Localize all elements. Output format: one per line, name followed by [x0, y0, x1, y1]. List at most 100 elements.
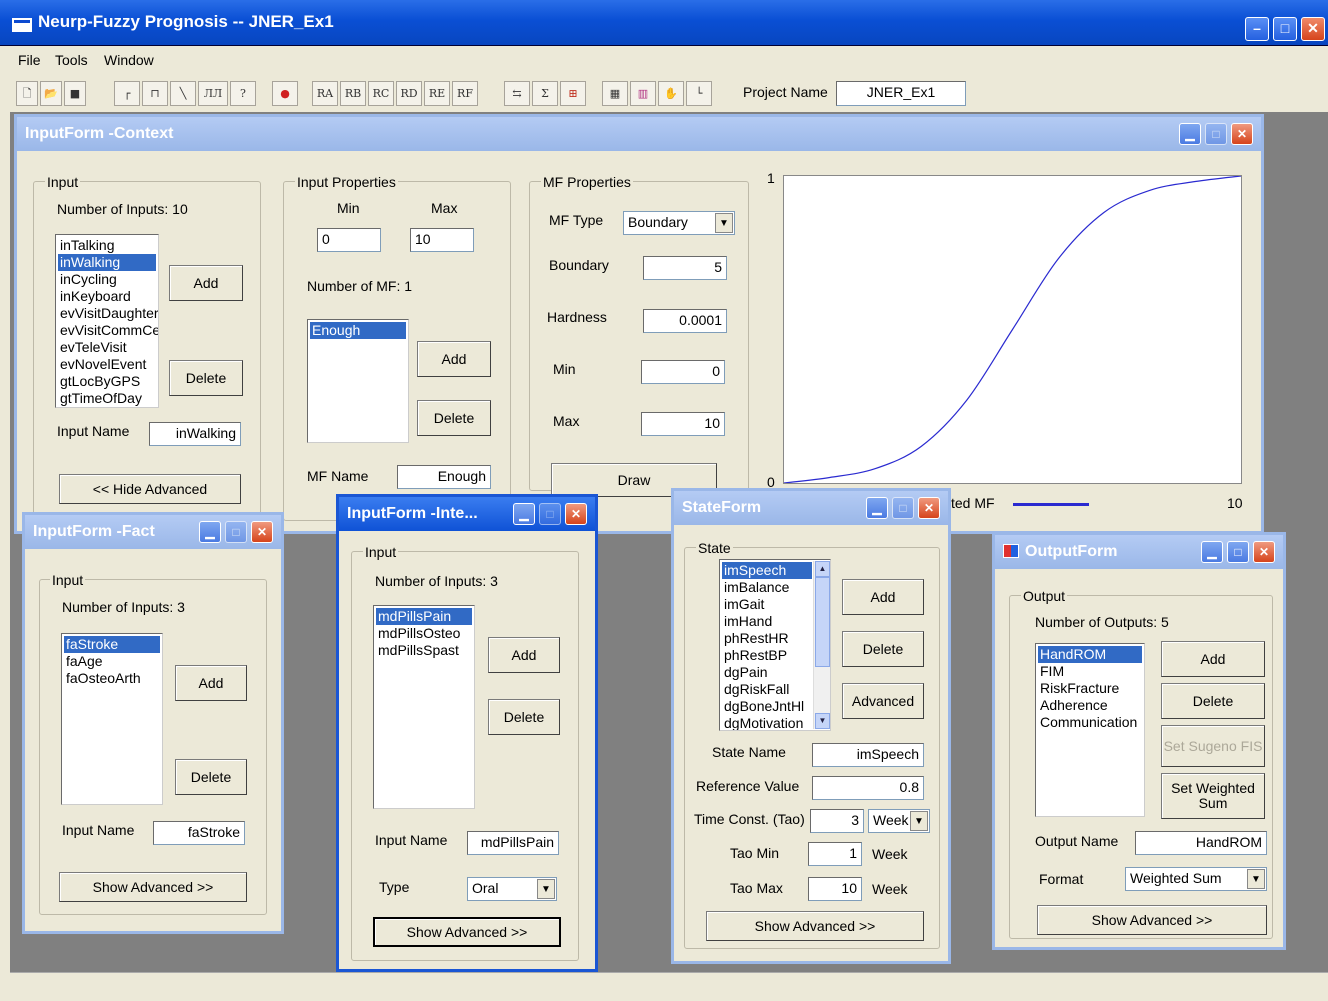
list-item[interactable]: dgBoneJntHl	[722, 698, 812, 715]
list-item[interactable]: imBalance	[722, 579, 812, 596]
ra-icon[interactable]: RA	[312, 81, 338, 106]
fact-close-button[interactable]: ✕	[251, 521, 273, 543]
menu-window[interactable]: Window	[104, 52, 154, 68]
mf-list[interactable]: Enough	[307, 319, 409, 443]
list-item[interactable]: HandROM	[1038, 646, 1142, 663]
minimize-button[interactable]: –	[1245, 17, 1269, 41]
reference-value-field[interactable]: 0.8	[812, 776, 924, 800]
hardness-field[interactable]: 0.0001	[643, 309, 727, 333]
open-icon[interactable]: 📂	[40, 81, 62, 106]
max-field[interactable]: 10	[410, 228, 474, 252]
maximize-button[interactable]: □	[1273, 17, 1297, 41]
list-item[interactable]: evNovelEvent	[58, 356, 156, 373]
context-input-name-field[interactable]: inWalking	[149, 422, 241, 446]
close-button[interactable]: ✕	[1301, 17, 1325, 41]
list-item[interactable]: phRestBP	[722, 647, 812, 664]
inte-type-select[interactable]: Oral ▼	[467, 877, 557, 901]
menu-file[interactable]: File	[18, 52, 41, 68]
rd-icon[interactable]: RD	[396, 81, 422, 106]
list-item[interactable]: dgRiskFall	[722, 681, 812, 698]
new-icon[interactable]: 🗋	[16, 81, 38, 106]
mf-type-select[interactable]: Boundary ▼	[623, 211, 735, 235]
state-show-advanced-button[interactable]: Show Advanced >>	[706, 911, 924, 941]
list-item[interactable]: inTalking	[58, 237, 156, 254]
state-advanced-button[interactable]: Advanced	[842, 683, 924, 719]
list-item[interactable]: RiskFracture	[1038, 680, 1142, 697]
mf-name-field[interactable]: Enough	[397, 465, 491, 489]
boundary-field[interactable]: 5	[643, 256, 727, 280]
output-add-button[interactable]: Add	[1161, 641, 1265, 677]
chevron-down-icon[interactable]: ▼	[1247, 869, 1265, 889]
hand-icon[interactable]: ✋	[658, 81, 684, 106]
list-item[interactable]: evVisitCommCe	[58, 322, 158, 339]
connect-icon[interactable]: ⇆	[504, 81, 530, 106]
chevron-down-icon[interactable]: ▼	[715, 213, 733, 233]
list-item[interactable]: phRestHR	[722, 630, 812, 647]
state-add-button[interactable]: Add	[842, 579, 924, 615]
chevron-down-icon[interactable]: ▼	[537, 879, 555, 899]
inte-input-name-field[interactable]: mdPillsPain	[467, 831, 559, 855]
list-item[interactable]: imSpeech	[722, 562, 812, 579]
axis-icon[interactable]: └	[686, 81, 712, 106]
state-minimize-button[interactable]: ▁	[866, 497, 888, 519]
set-weighted-sum-button[interactable]: Set Weighted Sum	[1161, 773, 1265, 819]
fact-input-name-field[interactable]: faStroke	[153, 821, 245, 845]
fact-show-advanced-button[interactable]: Show Advanced >>	[59, 872, 247, 902]
output-minimize-button[interactable]: ▁	[1201, 541, 1223, 563]
mf-ramp-icon[interactable]: ╲	[170, 81, 196, 106]
list-item[interactable]: mdPillsOsteo	[376, 625, 472, 642]
context-minimize-button[interactable]: ▁	[1179, 123, 1201, 145]
run-icon[interactable]: ▦	[602, 81, 628, 106]
scrollbar-track[interactable]: ▲ ▼	[813, 561, 830, 729]
list-item[interactable]: Adherence	[1038, 697, 1142, 714]
scroll-down-icon[interactable]: ▼	[815, 713, 830, 729]
list-item[interactable]: mdPillsPain	[376, 608, 472, 625]
scroll-thumb[interactable]	[815, 577, 830, 667]
inte-show-advanced-button[interactable]: Show Advanced >>	[373, 917, 561, 947]
state-list-scrollbar[interactable]: ▲ ▼	[813, 561, 830, 729]
list-item[interactable]: imGait	[722, 596, 812, 613]
mf-max-field[interactable]: 10	[641, 412, 725, 436]
help-icon[interactable]: ?	[230, 81, 256, 106]
inte-add-button[interactable]: Add	[488, 637, 560, 673]
list-item[interactable]: Enough	[310, 322, 406, 339]
hide-advanced-button[interactable]: << Hide Advanced	[59, 474, 241, 504]
state-close-button[interactable]: ✕	[918, 497, 940, 519]
list-item[interactable]: dgPain	[722, 664, 812, 681]
sum-icon[interactable]: Σ	[532, 81, 558, 106]
mf-add-button[interactable]: Add	[417, 341, 491, 377]
list-item[interactable]: faStroke	[64, 636, 160, 653]
inte-minimize-button[interactable]: ▁	[513, 503, 535, 525]
list-item[interactable]: FIM	[1038, 663, 1142, 680]
mf-multi-icon[interactable]: ЛЛ	[198, 81, 228, 106]
tao-max-field[interactable]: 10	[808, 877, 862, 901]
list-item[interactable]: faAge	[64, 653, 160, 670]
context-delete-button[interactable]: Delete	[169, 360, 243, 396]
fact-minimize-button[interactable]: ▁	[199, 521, 221, 543]
list-item[interactable]: Communication	[1038, 714, 1142, 731]
fact-delete-button[interactable]: Delete	[175, 759, 247, 795]
menu-tools[interactable]: Tools	[55, 52, 88, 68]
output-delete-button[interactable]: Delete	[1161, 683, 1265, 719]
tao-min-field[interactable]: 1	[808, 842, 862, 866]
list-item[interactable]: gtLocByGPS	[58, 373, 156, 390]
rc-icon[interactable]: RC	[368, 81, 394, 106]
list-item[interactable]: dgMotivation	[722, 715, 812, 730]
list-item[interactable]: evVisitDaughter	[58, 305, 158, 322]
list-item[interactable]: inCycling	[58, 271, 156, 288]
inte-close-button[interactable]: ✕	[565, 503, 587, 525]
context-input-list[interactable]: inTalking inWalking inCycling inKeyboard evV…	[55, 234, 159, 408]
network-icon[interactable]: ⊞	[560, 81, 586, 106]
project-name-field[interactable]: JNER_Ex1	[836, 81, 966, 106]
rf-icon[interactable]: RF	[452, 81, 478, 106]
output-list[interactable]: HandROM FIM RiskFracture Adherence Communica…	[1035, 643, 1145, 817]
fact-add-button[interactable]: Add	[175, 665, 247, 701]
output-maximize-button[interactable]: □	[1227, 541, 1249, 563]
context-close-button[interactable]: ✕	[1231, 123, 1253, 145]
list-item[interactable]: mdPillsSpast	[376, 642, 472, 659]
output-close-button[interactable]: ✕	[1253, 541, 1275, 563]
output-name-field[interactable]: HandROM	[1135, 831, 1267, 855]
rb-icon[interactable]: RB	[340, 81, 366, 106]
chevron-down-icon[interactable]: ▼	[910, 811, 928, 831]
output-show-advanced-button[interactable]: Show Advanced >>	[1037, 905, 1267, 935]
